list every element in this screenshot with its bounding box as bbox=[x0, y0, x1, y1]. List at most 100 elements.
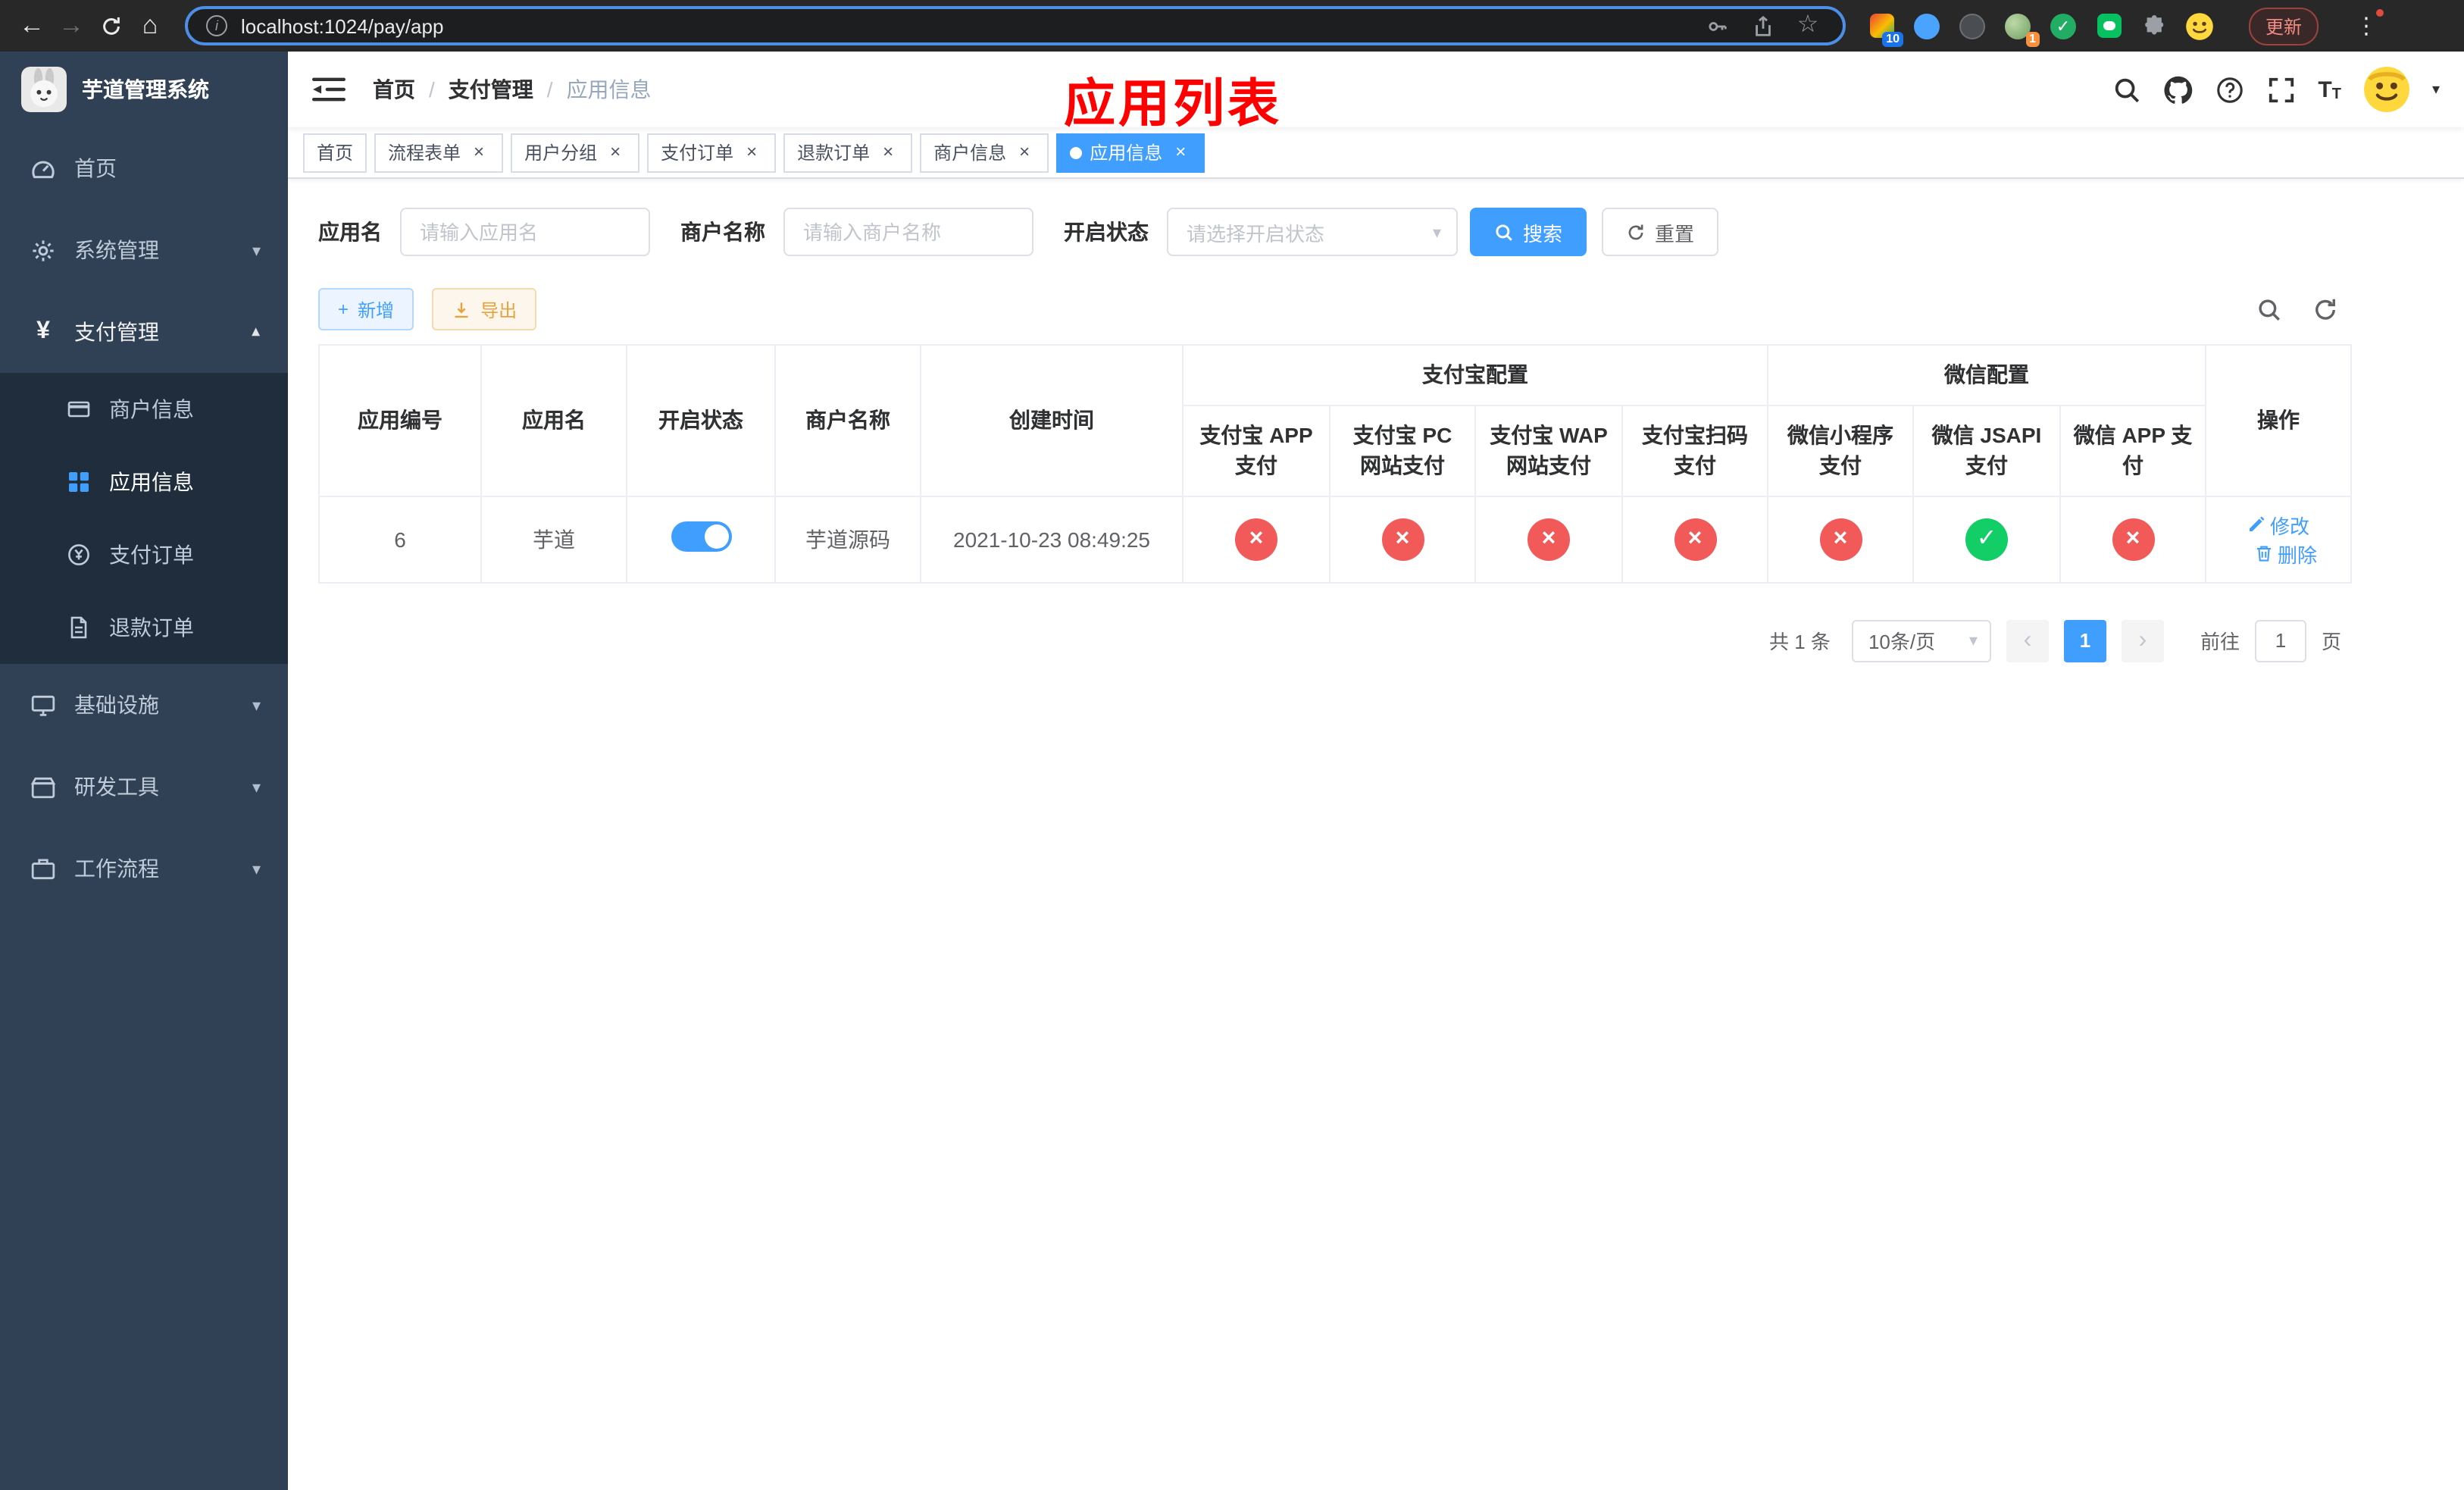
search-button[interactable]: 搜索 bbox=[1470, 208, 1587, 256]
navbar-actions: TT ▾ bbox=[2112, 67, 2440, 112]
search-icon[interactable] bbox=[2112, 75, 2140, 104]
browser-update-button[interactable]: 更新 bbox=[2249, 7, 2319, 45]
close-icon[interactable]: × bbox=[1170, 141, 1191, 163]
status-label: 开启状态 bbox=[1064, 220, 1149, 244]
sidebar-item-merchant-info[interactable]: 商户信息 bbox=[0, 373, 288, 446]
profile-avatar-icon[interactable] bbox=[2185, 11, 2214, 40]
breadcrumb-payment[interactable]: 支付管理 bbox=[449, 74, 533, 105]
close-icon[interactable]: × bbox=[605, 141, 626, 163]
browser-refresh-button[interactable] bbox=[91, 6, 130, 45]
grid-icon bbox=[67, 470, 91, 494]
tab-app-info[interactable]: 应用信息 × bbox=[1056, 133, 1205, 172]
share-icon[interactable] bbox=[1746, 9, 1779, 42]
search-toggle-icon[interactable] bbox=[2256, 296, 2282, 322]
breadcrumb-current: 应用信息 bbox=[566, 77, 652, 102]
close-icon[interactable]: × bbox=[877, 141, 899, 163]
extension-dark-icon[interactable] bbox=[1958, 11, 1987, 40]
sidebar-item-label: 首页 bbox=[74, 156, 117, 180]
page-size-value: 10条/页 bbox=[1868, 631, 1936, 654]
cell-app-id: 6 bbox=[318, 495, 482, 584]
font-size-big: T bbox=[2318, 77, 2332, 102]
close-icon[interactable]: × bbox=[1014, 141, 1035, 163]
url-text[interactable]: localhost:1024/pay/app bbox=[241, 14, 443, 37]
kebab-menu-icon: ⋮ bbox=[2355, 14, 2378, 39]
help-icon[interactable] bbox=[2215, 75, 2244, 104]
close-icon[interactable]: × bbox=[741, 141, 762, 163]
delete-link[interactable]: 删除 bbox=[2255, 539, 2317, 568]
tab-process-form[interactable]: 流程表单 × bbox=[374, 133, 504, 172]
sidebar-item-app-info[interactable]: 应用信息 bbox=[0, 446, 288, 518]
add-button-label: 新增 bbox=[358, 299, 395, 321]
tab-pay-orders[interactable]: 支付订单 × bbox=[647, 133, 777, 172]
font-size-icon[interactable]: TT bbox=[2318, 77, 2341, 102]
tab-merchant-info[interactable]: 商户信息 × bbox=[920, 133, 1049, 172]
browser-home-button[interactable]: ⌂ bbox=[130, 6, 170, 45]
edit-link[interactable]: 修改 bbox=[2247, 510, 2309, 539]
chevron-down-icon: ▾ bbox=[1432, 224, 1441, 242]
extensions-puzzle-icon[interactable] bbox=[2140, 11, 2169, 40]
bookmark-star-icon[interactable]: ☆ bbox=[1791, 9, 1825, 42]
gear-icon bbox=[30, 237, 56, 263]
github-icon[interactable] bbox=[2163, 75, 2192, 104]
edit-link-label: 修改 bbox=[2269, 515, 2309, 538]
sidebar-item-workflow[interactable]: 工作流程 ▾ bbox=[0, 828, 288, 909]
cell-alipay-wap: × bbox=[1474, 495, 1623, 584]
browser-back-button[interactable]: ← bbox=[12, 6, 52, 45]
sidebar-item-payment[interactable]: ¥ 支付管理 ▾ bbox=[0, 291, 288, 373]
app-name-input[interactable] bbox=[400, 208, 650, 256]
sidebar-item-pay-orders[interactable]: 支付订单 bbox=[0, 518, 288, 591]
add-button[interactable]: + 新增 bbox=[318, 288, 414, 330]
merchant-name-input[interactable] bbox=[783, 208, 1033, 256]
browser-forward-button[interactable]: → bbox=[52, 6, 91, 45]
sidebar-item-devtools[interactable]: 研发工具 ▾ bbox=[0, 746, 288, 828]
extension-wechat-icon[interactable] bbox=[2094, 11, 2123, 40]
sidebar-item-infra[interactable]: 基础设施 ▾ bbox=[0, 664, 288, 746]
cell-created: 2021-10-23 08:49:25 bbox=[920, 495, 1184, 584]
tab-home[interactable]: 首页 bbox=[303, 133, 367, 172]
next-page-button[interactable]: › bbox=[2121, 619, 2164, 662]
prev-page-button[interactable]: ‹ bbox=[2006, 619, 2049, 662]
extension-blue-icon[interactable] bbox=[1912, 11, 1941, 40]
fullscreen-icon[interactable] bbox=[2266, 75, 2295, 104]
status-select[interactable]: 请选择开启状态 ▾ bbox=[1167, 208, 1458, 256]
extension-avatar-icon[interactable]: 1 bbox=[2003, 11, 2040, 46]
plus-icon: + bbox=[338, 299, 349, 320]
cell-alipay-qr: × bbox=[1621, 495, 1768, 584]
status-switch[interactable] bbox=[671, 521, 731, 552]
extension-colorful-icon[interactable]: 10 bbox=[1867, 11, 1903, 46]
extension-wechat-glyph bbox=[2097, 14, 2121, 38]
payment-submenu: 商户信息 应用信息 支付订单 退款订单 bbox=[0, 373, 288, 664]
tab-refund-orders[interactable]: 退款订单 × bbox=[783, 133, 913, 172]
cell-actions: 修改 删除 bbox=[2205, 495, 2352, 584]
address-bar[interactable]: i localhost:1024/pay/app ☆ bbox=[185, 6, 1846, 45]
cell-status bbox=[626, 495, 776, 584]
sidebar-item-refund-orders[interactable]: 退款订单 bbox=[0, 591, 288, 664]
refresh-icon bbox=[99, 14, 122, 37]
tab-label: 应用信息 bbox=[1090, 142, 1163, 164]
col-header-wechat-jsapi: 微信 JSAPI 支付 bbox=[1912, 405, 2061, 497]
pencil-icon bbox=[2249, 516, 2265, 532]
sidebar-item-home[interactable]: 首页 bbox=[0, 127, 288, 209]
password-key-icon[interactable] bbox=[1700, 9, 1734, 42]
sidebar-item-system[interactable]: 系统管理 ▾ bbox=[0, 209, 288, 291]
tab-label: 退款订单 bbox=[797, 142, 871, 164]
sidebar-fold-button[interactable] bbox=[312, 76, 346, 103]
tab-user-group[interactable]: 用户分组 × bbox=[511, 133, 640, 172]
user-menu-caret-icon[interactable]: ▾ bbox=[2432, 81, 2440, 98]
export-button[interactable]: 导出 bbox=[432, 288, 537, 330]
page-size-select[interactable]: 10条/页 ▾ bbox=[1851, 619, 1991, 662]
page-1-button[interactable]: 1 bbox=[2063, 619, 2106, 662]
site-info-icon[interactable]: i bbox=[206, 15, 227, 36]
refresh-table-icon[interactable] bbox=[2312, 296, 2338, 322]
status-cross-icon: × bbox=[1235, 518, 1277, 561]
extension-green-circle-icon[interactable]: ✓ bbox=[2049, 11, 2078, 40]
reset-button[interactable]: 重置 bbox=[1602, 208, 1719, 256]
breadcrumb-home[interactable]: 首页 bbox=[373, 74, 415, 105]
forward-icon: → bbox=[58, 11, 84, 39]
goto-page-input[interactable] bbox=[2254, 619, 2306, 662]
browser-menu-button[interactable]: ⋮ bbox=[2347, 9, 2385, 42]
user-avatar[interactable] bbox=[2363, 67, 2409, 112]
toolbar-icons bbox=[2256, 296, 2350, 322]
close-icon[interactable]: × bbox=[468, 141, 489, 163]
sidebar-logo[interactable]: 芋道管理系统 bbox=[0, 52, 288, 127]
